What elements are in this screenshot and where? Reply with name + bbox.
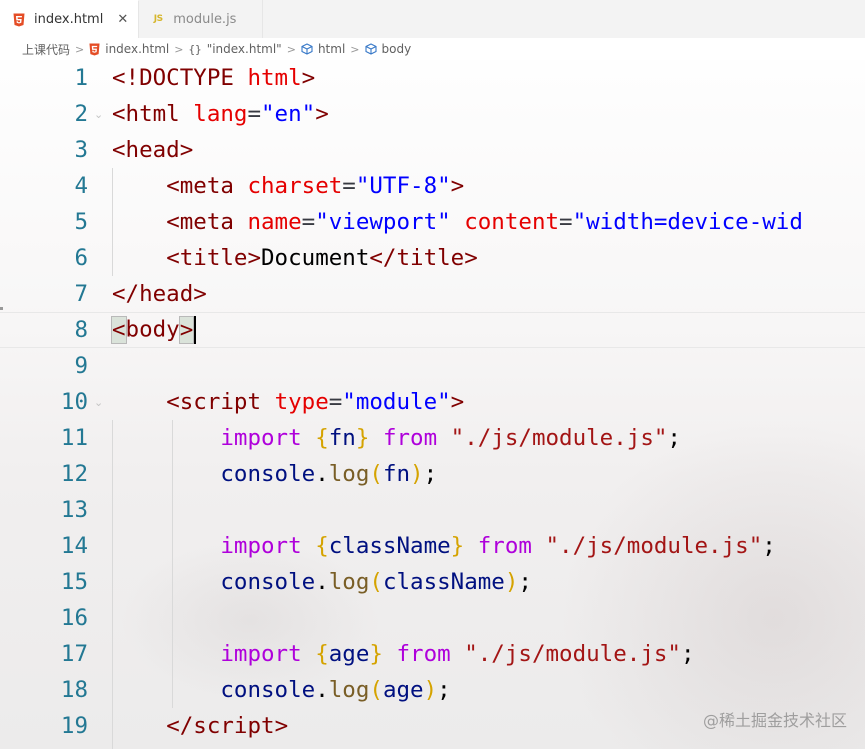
breadcrumb-item-folder[interactable]: 上课代码 <box>22 41 70 58</box>
line-number: 10 <box>60 389 88 415</box>
line-number: 7 <box>74 281 88 307</box>
code-content: import {fn} from "./js/module.js"; <box>220 425 681 451</box>
breadcrumb-item-file[interactable]: index.html <box>105 42 169 56</box>
code-content: console.log(age); <box>220 677 451 703</box>
code-content: <meta name="viewport" content="width=dev… <box>166 209 803 235</box>
line-number: 16 <box>60 605 88 631</box>
line-number: 14 <box>60 533 88 559</box>
breadcrumb-item-body[interactable]: body <box>382 42 412 56</box>
line-number: 17 <box>60 641 88 667</box>
line-number: 13 <box>60 497 88 523</box>
breadcrumb-item-document[interactable]: "index.html" <box>207 42 282 56</box>
code-content: <script type="module"> <box>166 389 465 415</box>
tab-module-js[interactable]: JS module.js <box>139 0 264 38</box>
close-tab-icon[interactable]: ✕ <box>117 13 128 26</box>
line-number: 6 <box>74 245 88 271</box>
code-line-current[interactable]: 8 <body> <box>0 312 865 348</box>
code-line[interactable]: 5 <meta name="viewport" content="width=d… <box>0 204 865 240</box>
line-number: 2 <box>74 101 88 127</box>
code-line[interactable]: 4 <meta charset="UTF-8"> <box>0 168 865 204</box>
code-line[interactable]: 13 <box>0 492 865 528</box>
chevron-right-icon: > <box>286 42 296 56</box>
code-line[interactable]: 17 import {age} from "./js/module.js"; <box>0 636 865 672</box>
code-content: </script> <box>166 713 289 739</box>
tab-label: index.html <box>34 12 104 27</box>
code-editor[interactable]: 1 <!DOCTYPE html> 2 ⌄ <html lang="en"> 3… <box>0 60 865 749</box>
code-content: import {className} from "./js/module.js"… <box>220 533 776 559</box>
line-number: 5 <box>74 209 88 235</box>
chevron-down-icon[interactable]: ⌄ <box>94 396 106 409</box>
chevron-down-icon[interactable]: ⌄ <box>94 108 106 121</box>
code-content: </head> <box>112 281 207 307</box>
code-line[interactable]: 9 <box>0 348 865 384</box>
line-number: 8 <box>74 317 88 343</box>
javascript-file-icon: JS <box>151 12 165 26</box>
line-number: 4 <box>74 173 88 199</box>
line-number: 11 <box>60 425 88 451</box>
chevron-right-icon: > <box>75 42 85 56</box>
watermark: @稀土掘金技术社区 <box>702 711 847 730</box>
line-number: 3 <box>74 137 88 163</box>
code-line[interactable]: 7 </head> <box>0 276 865 312</box>
code-content: console.log(fn); <box>220 461 438 487</box>
code-line[interactable]: 3 <head> <box>0 132 865 168</box>
code-content: import {age} from "./js/module.js"; <box>220 641 695 667</box>
line-number: 18 <box>60 677 88 703</box>
code-content: console.log(className); <box>220 569 532 595</box>
code-line[interactable]: 18 console.log(age); <box>0 672 865 708</box>
code-line[interactable]: 2 ⌄ <html lang="en"> <box>0 96 865 132</box>
cube-icon <box>301 43 313 55</box>
line-number: 1 <box>74 65 88 91</box>
code-line[interactable]: 12 console.log(fn); <box>0 456 865 492</box>
code-content: <html lang="en"> <box>112 101 329 127</box>
code-line[interactable]: 10 ⌄ <script type="module"> <box>0 384 865 420</box>
line-number: 9 <box>74 353 88 379</box>
code-content: <!DOCTYPE html> <box>112 65 316 91</box>
html5-file-icon <box>12 13 26 27</box>
cube-icon <box>364 43 377 55</box>
code-content: <head> <box>112 137 194 163</box>
code-line[interactable]: 6 <title>Document</title> <box>0 240 865 276</box>
editor-window: index.html ✕ JS module.js 上课代码 > index.h… <box>0 0 865 749</box>
breadcrumb-item-html[interactable]: html <box>318 42 345 56</box>
code-line[interactable]: 1 <!DOCTYPE html> <box>0 60 865 96</box>
tab-label: module.js <box>173 11 237 27</box>
code-content: <meta charset="UTF-8"> <box>166 173 465 199</box>
js-badge: JS <box>153 14 163 24</box>
matched-bracket: > <box>178 315 195 344</box>
chevron-right-icon: > <box>350 42 360 56</box>
code-line[interactable]: 11 import {fn} from "./js/module.js"; <box>0 420 865 456</box>
code-line[interactable]: 16 <box>0 600 865 636</box>
html5-file-icon <box>89 43 100 56</box>
breadcrumb: 上课代码 > index.html > {} "index.html" > ht… <box>0 38 865 60</box>
line-number: 15 <box>60 569 88 595</box>
text-cursor <box>194 316 197 344</box>
line-number: 19 <box>60 713 88 739</box>
curly-braces-icon: {} <box>188 42 202 56</box>
tab-index-html[interactable]: index.html ✕ <box>0 0 140 38</box>
chevron-right-icon: > <box>174 42 184 56</box>
code-content: <body> <box>111 315 197 344</box>
line-number: 12 <box>60 461 88 487</box>
tab-bar: index.html ✕ JS module.js <box>0 0 865 39</box>
matched-bracket: < <box>111 315 127 344</box>
code-line[interactable]: 15 console.log(className); <box>0 564 865 600</box>
code-content: <title>Document</title> <box>166 245 478 271</box>
code-line[interactable]: 14 import {className} from "./js/module.… <box>0 528 865 564</box>
